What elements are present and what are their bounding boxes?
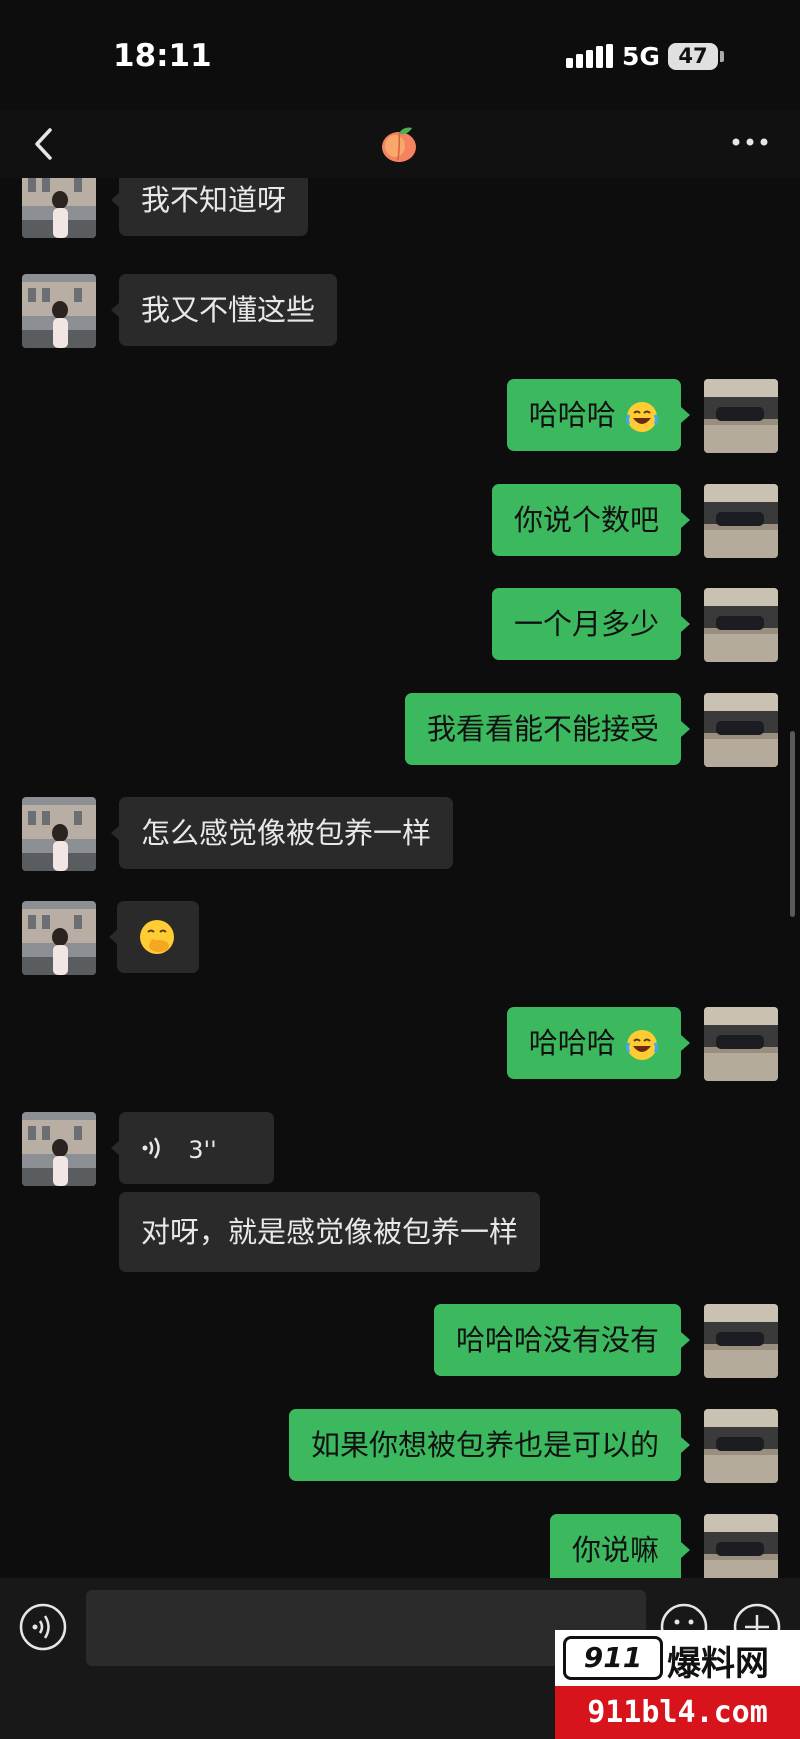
message-bubble[interactable]: 一个月多少 [491, 588, 681, 660]
bubble-tail [681, 512, 690, 528]
message-incoming: 我不知道呀 [0, 178, 800, 264]
bubble-tail [681, 616, 690, 632]
message-bubble[interactable]: 我又不懂这些 [119, 274, 338, 346]
message-text: 哈哈哈 [528, 398, 616, 432]
message-bubble[interactable]: 我看看能不能接受 [404, 693, 681, 765]
bubble-tail [681, 407, 690, 423]
laughing-tears-emoji [626, 1030, 658, 1060]
message-bubble[interactable]: 怎么感觉像被包养一样 [119, 797, 454, 869]
bubble-tail [681, 721, 690, 737]
my-avatar[interactable] [704, 693, 778, 767]
message-text: 哈哈哈 [528, 1026, 616, 1060]
contact-avatar[interactable] [22, 1112, 96, 1186]
message-outgoing: 哈哈哈没有没有 [0, 1304, 800, 1384]
battery-level: 47 [668, 43, 718, 70]
message-incoming: 我又不懂这些 [0, 274, 800, 354]
my-avatar[interactable] [704, 588, 778, 662]
watermark-banner: 911 爆料网 [555, 1630, 800, 1686]
message-bubble[interactable]: 我不知道呀 [119, 178, 309, 236]
voice-duration: 3'' [188, 1136, 217, 1164]
laughing-tears-emoji [626, 402, 658, 432]
status-time: 18:11 [113, 38, 212, 74]
message-incoming [0, 901, 800, 981]
my-avatar[interactable] [704, 1409, 778, 1483]
message-incoming: 对呀，就是感觉像被包养一样 [0, 1192, 800, 1272]
contact-avatar[interactable] [22, 797, 96, 871]
contact-avatar[interactable] [22, 901, 96, 975]
scrollbar[interactable] [790, 731, 795, 917]
message-outgoing: 一个月多少 [0, 588, 800, 668]
contact-avatar[interactable] [22, 274, 96, 348]
bubble-tail [681, 1035, 690, 1051]
bubble-tail [681, 1332, 690, 1348]
message-incoming: 3'' [0, 1112, 800, 1192]
message-list[interactable]: 我不知道呀 我又不懂这些 哈哈哈 你说个数吧 一个月多少 我看看能不能接受 怎么… [0, 178, 800, 1578]
my-avatar[interactable] [704, 379, 778, 453]
my-avatar[interactable] [704, 1304, 778, 1378]
message-bubble[interactable]: 你说个数吧 [491, 484, 681, 556]
my-avatar[interactable] [704, 1514, 778, 1578]
status-bar: 18:11 5G 47 [0, 0, 800, 110]
watermark-name: 爆料网 [667, 1644, 769, 1684]
my-avatar[interactable] [704, 484, 778, 558]
message-bubble[interactable]: 哈哈哈 [506, 379, 681, 451]
my-avatar[interactable] [704, 1007, 778, 1081]
more-dots-icon[interactable] [730, 132, 770, 152]
network-type: 5G [622, 42, 660, 71]
message-outgoing: 哈哈哈 [0, 1007, 800, 1087]
watermark-url: 911bl4.com [555, 1686, 800, 1739]
voice-wave-icon [142, 1137, 160, 1159]
message-bubble[interactable]: 对呀，就是感觉像被包养一样 [119, 1192, 541, 1272]
voice-input-icon[interactable] [18, 1602, 68, 1652]
contact-avatar[interactable] [22, 178, 96, 238]
message-incoming: 怎么感觉像被包养一样 [0, 797, 800, 877]
message-outgoing: 你说嘛 [0, 1514, 800, 1578]
message-bubble[interactable] [117, 901, 199, 973]
voice-message-bubble[interactable]: 3'' [119, 1112, 274, 1184]
message-bubble[interactable]: 哈哈哈没有没有 [433, 1304, 681, 1376]
peach-emoji-icon [382, 127, 416, 162]
battery-tip [720, 51, 724, 62]
watermark: 911 爆料网 911bl4.com [555, 1630, 800, 1739]
message-outgoing: 哈哈哈 [0, 379, 800, 459]
signal-strength-icon [566, 44, 613, 68]
chat-header [0, 110, 800, 178]
thinking-hand-over-mouth-emoji [140, 920, 174, 954]
message-bubble[interactable]: 哈哈哈 [506, 1007, 681, 1079]
watermark-logo: 911 [563, 1636, 663, 1680]
chevron-left-icon[interactable] [26, 124, 66, 164]
bubble-tail [681, 1437, 690, 1453]
message-bubble[interactable]: 如果你想被包养也是可以的 [288, 1409, 681, 1481]
message-outgoing: 如果你想被包养也是可以的 [0, 1409, 800, 1489]
message-outgoing: 我看看能不能接受 [0, 693, 800, 773]
bubble-tail [681, 1542, 690, 1558]
message-outgoing: 你说个数吧 [0, 484, 800, 564]
message-bubble[interactable]: 你说嘛 [549, 1514, 681, 1578]
